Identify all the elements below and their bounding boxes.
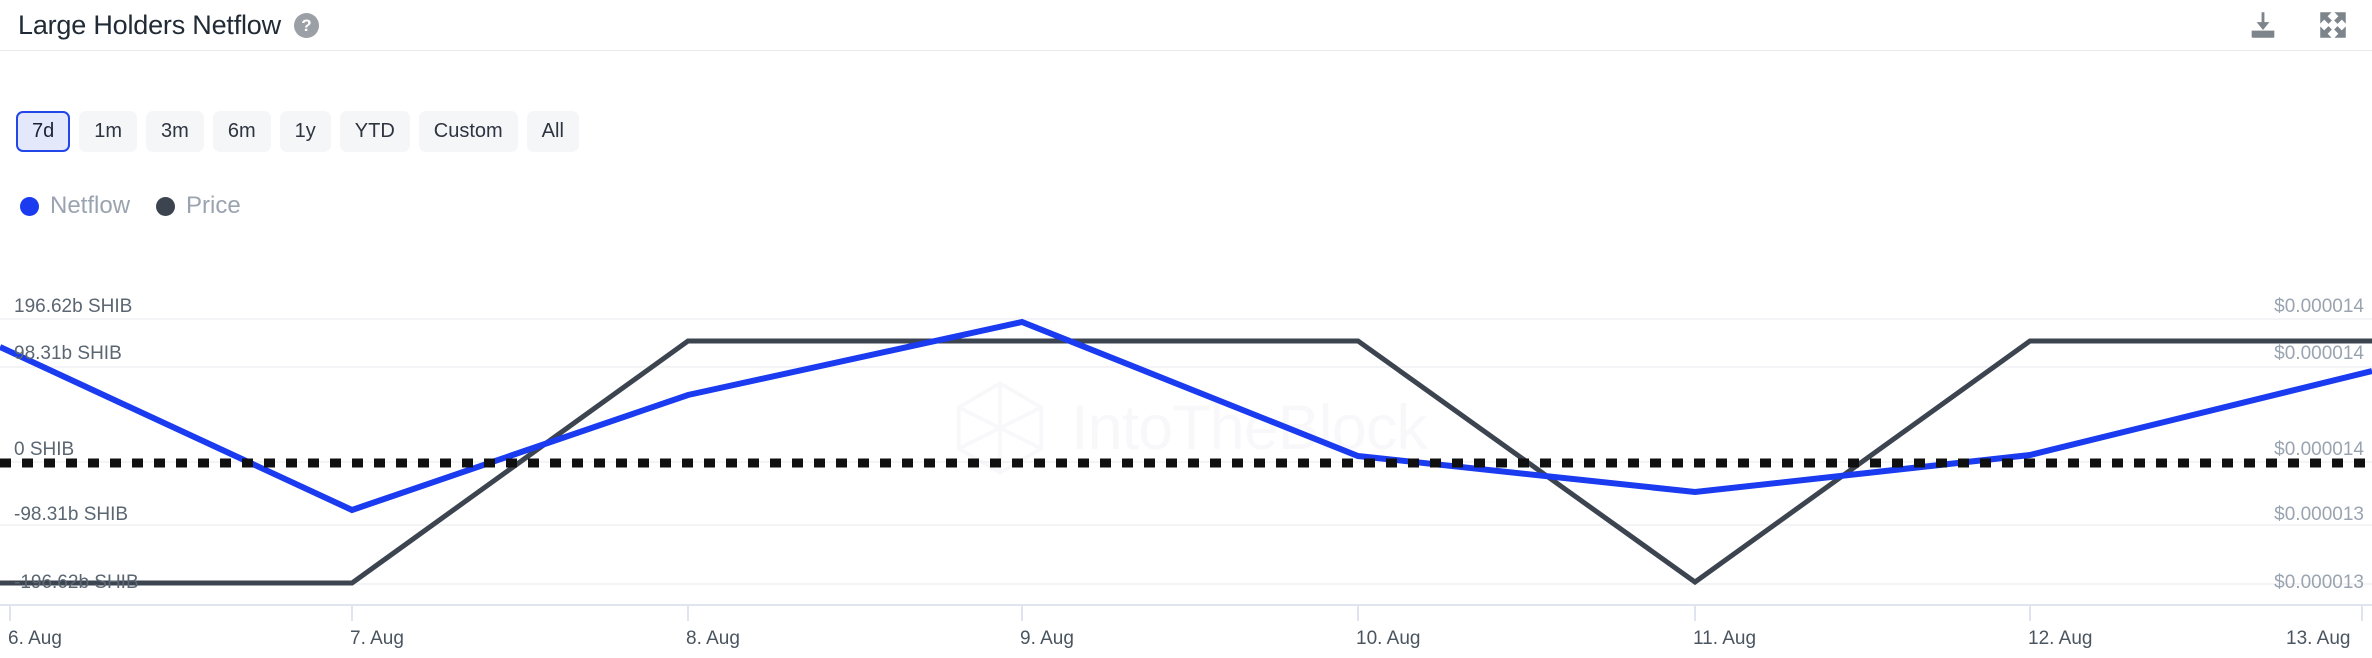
xaxis-label-6: 12. Aug <box>2028 628 2093 649</box>
yaxis-label-3: -98.31b SHIB <box>14 504 129 525</box>
y2axis-label-0: $0.000014 <box>2274 296 2364 317</box>
y2axis-label-4: $0.000013 <box>2274 572 2364 593</box>
y2axis-label-1: $0.000014 <box>2274 343 2364 364</box>
y2axis-label-2: $0.000014 <box>2274 439 2364 460</box>
chart-xaxis <box>0 604 2372 621</box>
xaxis-label-3: 9. Aug <box>1020 628 1074 649</box>
xaxis-label-5: 11. Aug <box>1693 628 1757 649</box>
chart-widget: Large Holders Netflow ? 7d 1m 3m 6m 1y Y… <box>0 0 2372 658</box>
yaxis-label-2: 0 SHIB <box>14 439 75 460</box>
xaxis-label-1: 7. Aug <box>350 628 404 649</box>
chart-gridlines <box>0 318 2372 585</box>
yaxis-label-1: 98.31b SHIB <box>14 343 122 364</box>
yaxis-label-0: 196.62b SHIB <box>14 296 133 317</box>
xaxis-label-2: 8. Aug <box>686 628 740 649</box>
y2axis-label-3: $0.000013 <box>2274 504 2364 525</box>
yaxis-label-4: -196.62b SHIB <box>14 572 139 593</box>
xaxis-label-0: 6. Aug <box>8 628 62 649</box>
xaxis-label-4: 10. Aug <box>1356 628 1421 649</box>
chart-canvas <box>0 318 2372 621</box>
xaxis-label-7: 13. Aug <box>2286 628 2351 649</box>
